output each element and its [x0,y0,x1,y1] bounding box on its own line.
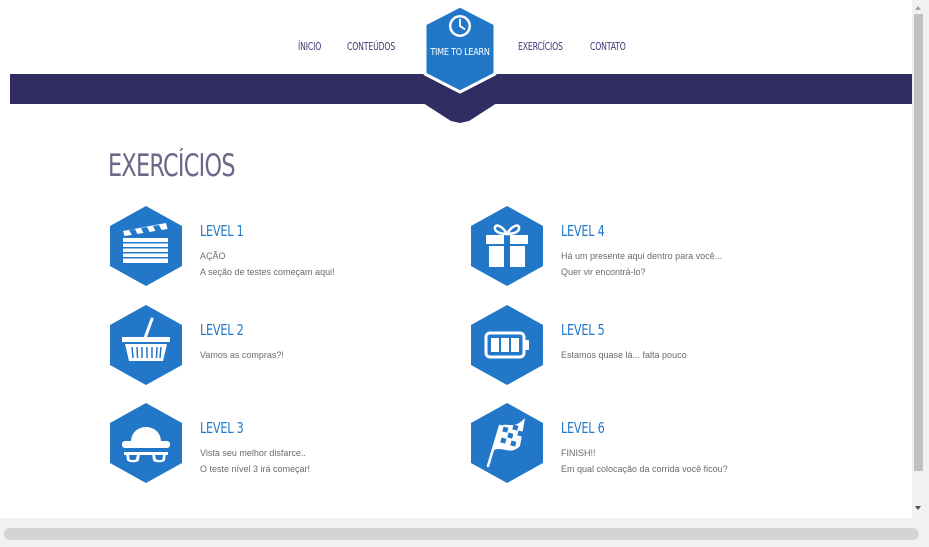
scroll-up-arrow-icon[interactable] [915,6,921,10]
level-6-text-2: Em qual colocação da corrida você ficou? [561,464,728,474]
level-6-hexagon [471,403,543,483]
horizontal-scrollbar[interactable] [0,518,929,547]
level-1-text-2: A seção de testes começam aqui! [200,267,335,277]
level-2-hexagon [110,305,182,385]
vertical-scrollbar[interactable] [912,0,929,518]
page: ÍNICIO CONTEÚDOS EXERCÍCIOS CONTATO TIME… [0,0,912,518]
level-card-3[interactable]: LEVEL 3 Vista seu melhor disfarce.. O te… [109,402,469,488]
level-3-text-1: Vista seu melhor disfarce.. [200,448,306,458]
level-3-hexagon [110,403,182,483]
level-card-4[interactable]: LEVEL 4 Há um presente aqui dentro para … [470,205,830,291]
level-2-title: LEVEL 2 [200,321,244,339]
level-1-text-1: AÇÃO [200,251,226,261]
level-5-hexagon [471,305,543,385]
nav-item-inicio[interactable]: ÍNICIO [298,41,321,53]
level-1-title: LEVEL 1 [200,222,244,240]
level-5-text-1: Estamos quase lá... falta pouco [561,350,687,360]
level-5-title: LEVEL 5 [561,321,605,339]
level-1-hexagon [110,206,182,286]
level-4-title: LEVEL 4 [561,222,605,240]
level-card-1[interactable]: LEVEL 1 AÇÃO A seção de testes começam a… [109,205,469,291]
level-3-text-2: O teste nível 3 irá começar! [200,464,311,474]
vertical-scroll-thumb[interactable] [914,14,923,471]
level-4-text-1: Há um presente aqui dentro para você... [561,251,723,261]
level-card-6[interactable]: LEVEL 6 FINISH!! Em qual colocação da co… [470,402,830,488]
level-6-title: LEVEL 6 [561,419,605,437]
nav-item-exercicios[interactable]: EXERCÍCIOS [518,41,563,53]
level-6-text-1: FINISH!! [561,448,596,458]
clock-icon [449,15,471,37]
level-card-5[interactable]: LEVEL 5 Estamos quase lá... falta pouco [470,304,830,390]
level-card-2[interactable]: LEVEL 2 Vamos as compras?! [109,304,469,390]
level-4-text-2: Quer vir encontrá-lo? [561,267,646,277]
nav-item-conteudos[interactable]: CONTEÚDOS [347,41,395,53]
horizontal-scroll-thumb[interactable] [4,528,919,540]
logo-label[interactable]: TIME TO LEARN [429,47,492,58]
scroll-down-arrow-icon[interactable] [915,506,921,510]
level-4-hexagon [471,206,543,286]
band-notch [423,103,497,123]
level-2-text-1: Vamos as compras?! [200,350,284,360]
page-title: EXERCÍCIOS [108,148,235,184]
level-3-title: LEVEL 3 [200,419,244,437]
nav-item-contato[interactable]: CONTATO [590,41,626,53]
